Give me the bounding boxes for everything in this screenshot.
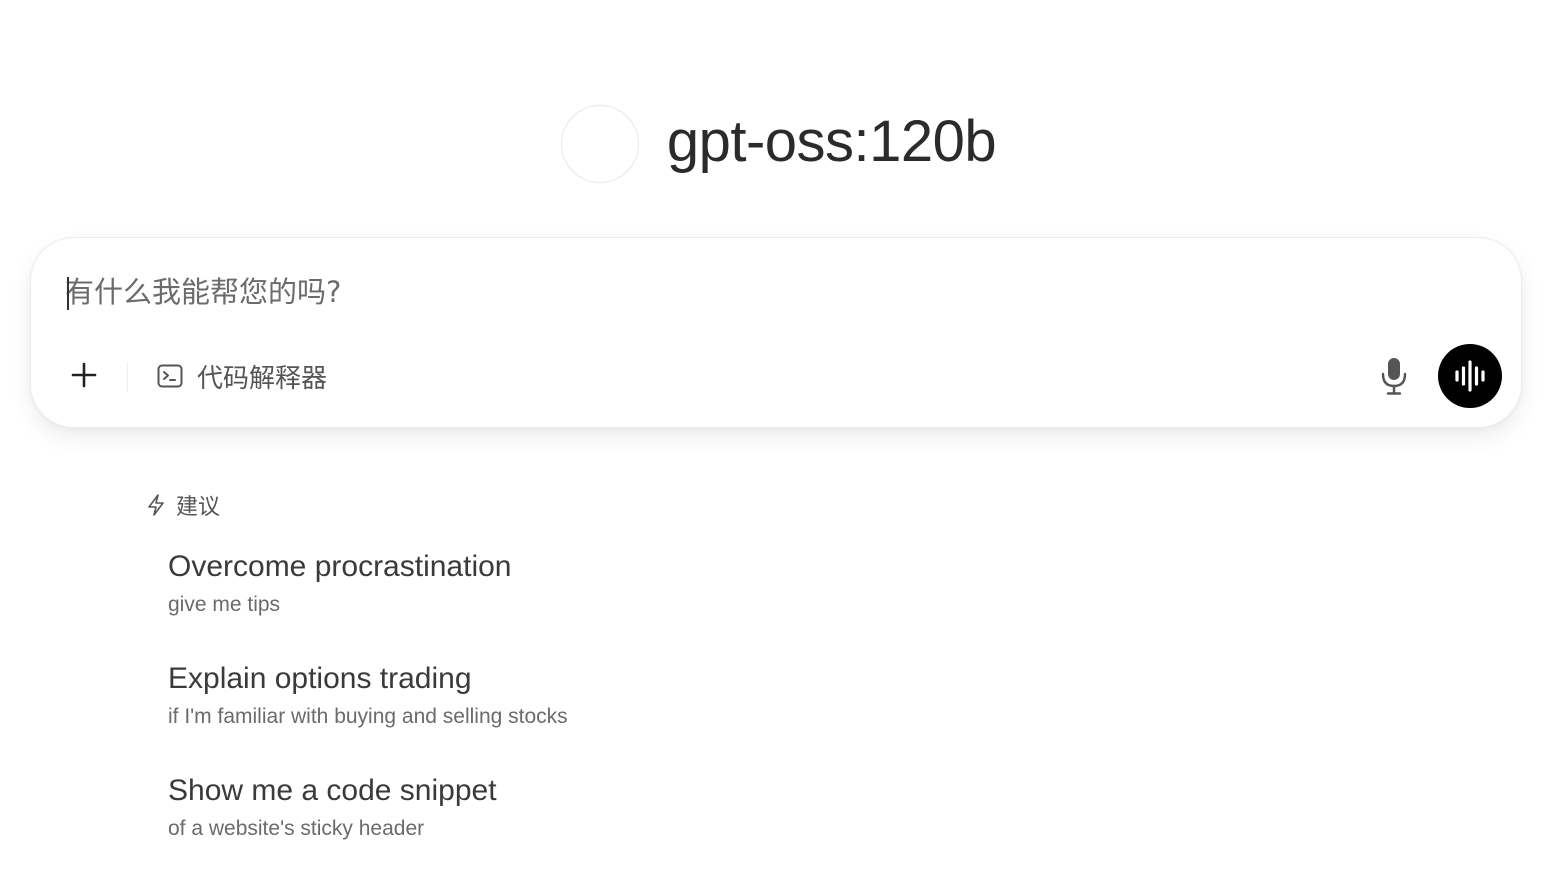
suggestion-item[interactable]: Explain options trading if I'm familiar … xyxy=(168,662,568,729)
audio-waveform-icon xyxy=(1455,360,1485,392)
model-name: gpt-oss:120b xyxy=(666,109,997,174)
suggestion-subtitle: of a website's sticky header xyxy=(168,817,425,840)
suggestion-title: Overcome procrastination xyxy=(168,550,512,583)
microphone-button[interactable] xyxy=(1373,354,1415,398)
code-interpreter-button[interactable]: 代码解释器 xyxy=(155,354,327,398)
microphone-icon xyxy=(1381,358,1407,395)
suggestion-title: Show me a code snippet xyxy=(168,774,497,807)
suggestions: 建议 Overcome procrastination give me tips… xyxy=(146,490,1046,840)
model-avatar[interactable] xyxy=(560,105,639,183)
lightning-bolt-icon xyxy=(146,493,166,517)
chat-input-card: 代码解释器 xyxy=(30,237,1522,428)
suggestion-title: Explain options trading xyxy=(168,662,472,695)
page: gpt-oss:120b 代码解释 xyxy=(0,0,1557,875)
plus-icon xyxy=(71,362,97,388)
chat-input[interactable] xyxy=(65,272,1365,312)
code-interpreter-label: 代码解释器 xyxy=(197,363,328,394)
suggestions-header: 建议 xyxy=(146,490,1046,520)
add-attachment-button[interactable] xyxy=(61,352,107,398)
suggestions-title: 建议 xyxy=(176,495,221,520)
chat-toolbar: 代码解释器 xyxy=(31,344,1521,408)
suggestion-subtitle: if I'm familiar with buying and selling … xyxy=(168,705,568,728)
toolbar-divider xyxy=(127,362,128,392)
suggestion-subtitle: give me tips xyxy=(168,593,281,616)
terminal-icon xyxy=(155,361,185,391)
voice-mode-button[interactable] xyxy=(1438,344,1502,408)
text-caret xyxy=(67,277,69,310)
suggestion-item[interactable]: Overcome procrastination give me tips xyxy=(168,550,511,617)
model-header: gpt-oss:120b xyxy=(0,104,1557,184)
suggestion-item[interactable]: Show me a code snippet of a website's st… xyxy=(168,774,497,841)
